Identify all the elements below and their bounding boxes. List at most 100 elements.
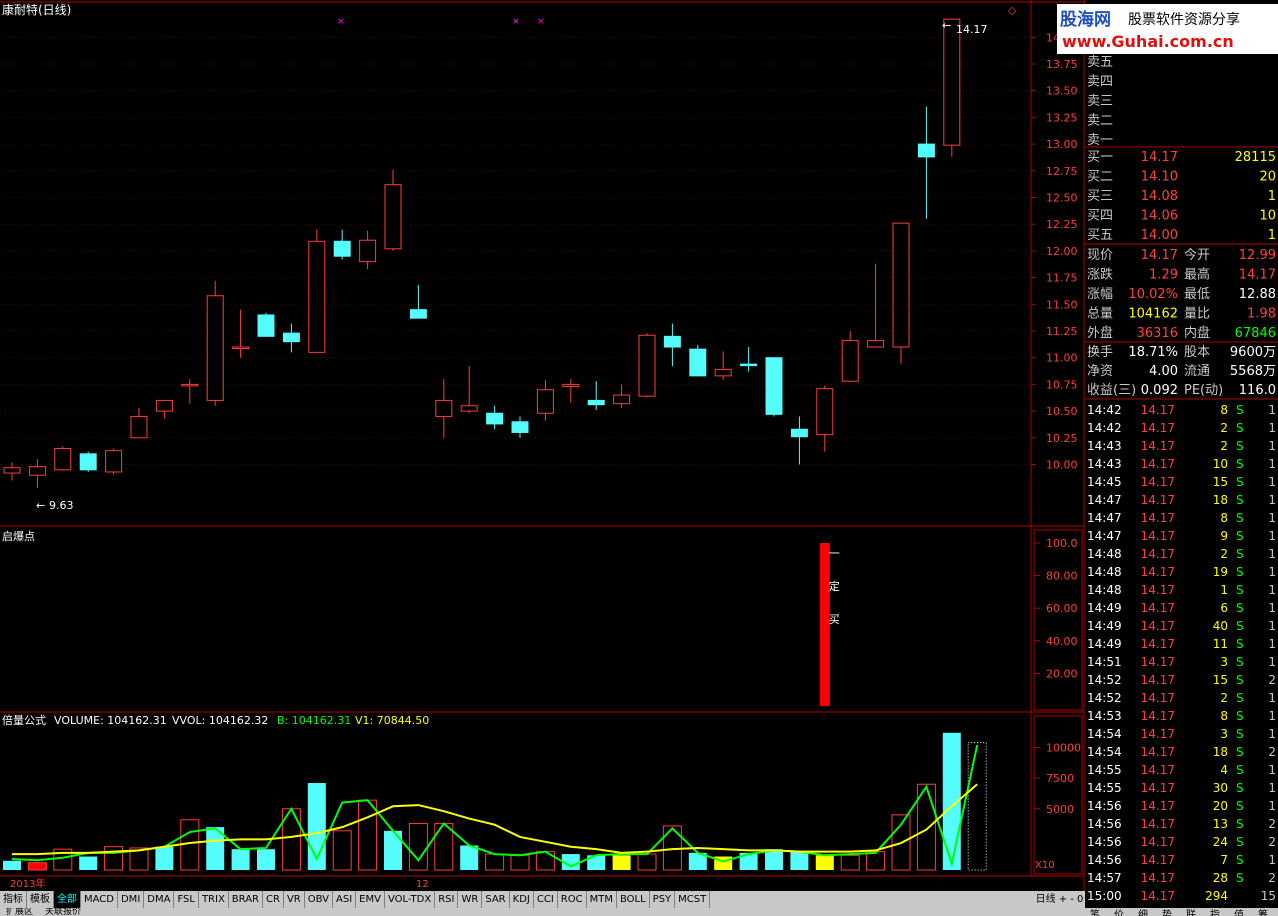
volume-bar[interactable] — [27, 862, 47, 871]
candle-body[interactable] — [714, 368, 732, 377]
candle-body[interactable] — [409, 309, 427, 319]
volume-bar[interactable] — [257, 849, 275, 870]
indicator-tab-wr[interactable]: WR — [458, 891, 483, 908]
indicator-tab-brar[interactable]: BRAR — [229, 891, 263, 908]
indicator-tab-指标[interactable]: 指标 — [0, 891, 27, 908]
period-label[interactable]: 日线 — [1036, 891, 1056, 908]
tick-time: 14:56 — [1087, 853, 1122, 867]
candle-body[interactable] — [54, 447, 72, 471]
candle-body[interactable] — [460, 405, 478, 412]
volume-bar[interactable] — [612, 855, 631, 870]
indicator-tab-cci[interactable]: CCI — [534, 891, 558, 908]
volume-bar[interactable] — [104, 846, 124, 871]
stat-value: 1.29 — [1149, 268, 1178, 283]
candle-body[interactable] — [638, 334, 656, 397]
indicator-tab-sar[interactable]: SAR — [482, 891, 510, 908]
volume-bar[interactable] — [510, 854, 530, 871]
volume-bar[interactable] — [3, 860, 21, 870]
candle-body[interactable] — [257, 314, 275, 337]
candle-body[interactable] — [613, 394, 631, 405]
candle-body[interactable] — [181, 383, 199, 387]
candle-body[interactable] — [206, 295, 224, 401]
indicator-tab-dma[interactable]: DMA — [144, 891, 175, 908]
candle-body[interactable] — [917, 143, 935, 158]
volume-bar[interactable] — [358, 799, 378, 871]
indicator-tab-macd[interactable]: MACD — [81, 891, 118, 908]
candle-body[interactable] — [359, 239, 377, 263]
candle-body[interactable] — [232, 346, 250, 350]
indicator-tab-asi[interactable]: ASI — [333, 891, 357, 908]
candle-body[interactable] — [841, 340, 859, 382]
candle-body[interactable] — [3, 467, 21, 474]
candle-body[interactable] — [790, 428, 808, 438]
candle-body[interactable] — [308, 240, 326, 353]
bottom-tab[interactable]: 扩展区 — [0, 908, 39, 916]
indicator-tab-fsl[interactable]: FSL — [174, 891, 199, 908]
indicator-tab-vr[interactable]: VR — [284, 891, 305, 908]
candle-body[interactable] — [486, 412, 504, 425]
candle-body[interactable] — [282, 332, 300, 343]
tick-count: 1 — [1268, 547, 1276, 561]
indicator-tab-kdj[interactable]: KDJ — [510, 891, 534, 908]
stock-chart-canvas[interactable]: × × × 10.0010.2510.5010.7511.0011.2511.501… — [0, 0, 1278, 916]
indicator-tab-roc[interactable]: ROC — [558, 891, 587, 908]
volume-bar[interactable] — [79, 856, 98, 870]
indicator-tab-obv[interactable]: OBV — [305, 891, 333, 908]
tick-volume: 1 — [1220, 583, 1228, 597]
zoom-button[interactable]: - — [1070, 891, 1074, 908]
volume-bar[interactable] — [866, 851, 886, 871]
volume-bar[interactable] — [485, 853, 505, 871]
indicator-tab-mtm[interactable]: MTM — [587, 891, 617, 908]
volume-bar[interactable] — [434, 822, 454, 871]
indicator-tab-全部[interactable]: 全部 — [54, 891, 81, 908]
volume-bar[interactable] — [408, 822, 428, 871]
volume-bar[interactable] — [155, 846, 174, 870]
indicator-tab-boll[interactable]: BOLL — [617, 891, 650, 908]
zoom-button[interactable]: + — [1059, 891, 1067, 908]
candle-body[interactable] — [816, 388, 834, 436]
candle-body[interactable] — [943, 18, 961, 146]
price-tick-label: 10.00 — [1046, 459, 1078, 472]
volume-bar[interactable] — [815, 855, 834, 870]
candle-body[interactable] — [587, 399, 605, 406]
settings-diamond-icon[interactable]: ◇ — [1008, 4, 1017, 17]
volume-bar[interactable] — [637, 853, 657, 871]
candle-body[interactable] — [663, 335, 681, 348]
candle-body[interactable] — [511, 421, 529, 433]
bottom-tab[interactable]: 关联报价 — [39, 908, 87, 916]
indicator-tab-dmi[interactable]: DMI — [118, 891, 145, 908]
candle-body[interactable] — [333, 240, 351, 257]
candle-body[interactable] — [740, 363, 758, 367]
candle-body[interactable] — [384, 184, 402, 250]
candle-body[interactable] — [105, 450, 123, 473]
volume-bar[interactable] — [231, 849, 250, 870]
volume-bar[interactable] — [840, 854, 860, 871]
candle-body[interactable] — [689, 348, 707, 377]
volume-bar[interactable] — [790, 851, 809, 870]
candle-body[interactable] — [562, 383, 580, 388]
candle-body[interactable] — [867, 340, 885, 348]
candle-body[interactable] — [155, 399, 173, 412]
candle-body[interactable] — [765, 357, 783, 415]
candle-body[interactable] — [28, 466, 46, 476]
zoom-button[interactable]: 0 — [1077, 891, 1083, 908]
candle-body[interactable] — [130, 415, 148, 439]
volume-bar[interactable] — [332, 830, 352, 871]
indicator-tab-rsi[interactable]: RSI — [435, 891, 459, 908]
indicator-tab-mcst[interactable]: MCST — [675, 891, 711, 908]
candle-body[interactable] — [536, 389, 554, 414]
volume-bar[interactable] — [460, 845, 479, 871]
candle-body[interactable] — [435, 399, 453, 417]
indicator-tab-emv[interactable]: EMV — [356, 891, 385, 908]
indicator-tab-cr[interactable]: CR — [263, 891, 284, 908]
indicator-tab-psy[interactable]: PSY — [650, 891, 676, 908]
indicator-tab-vol-tdx[interactable]: VOL-TDX — [385, 891, 436, 908]
indicator-tab-trix[interactable]: TRIX — [199, 891, 229, 908]
indicator-tab-模板[interactable]: 模板 — [27, 891, 54, 908]
volume-bar[interactable] — [967, 742, 987, 871]
tick-time: 14:42 — [1087, 403, 1122, 417]
signal-marker: × — [512, 17, 520, 27]
price-candles[interactable]: × × × — [3, 17, 961, 488]
candle-body[interactable] — [892, 222, 910, 348]
candle-body[interactable] — [79, 453, 97, 471]
